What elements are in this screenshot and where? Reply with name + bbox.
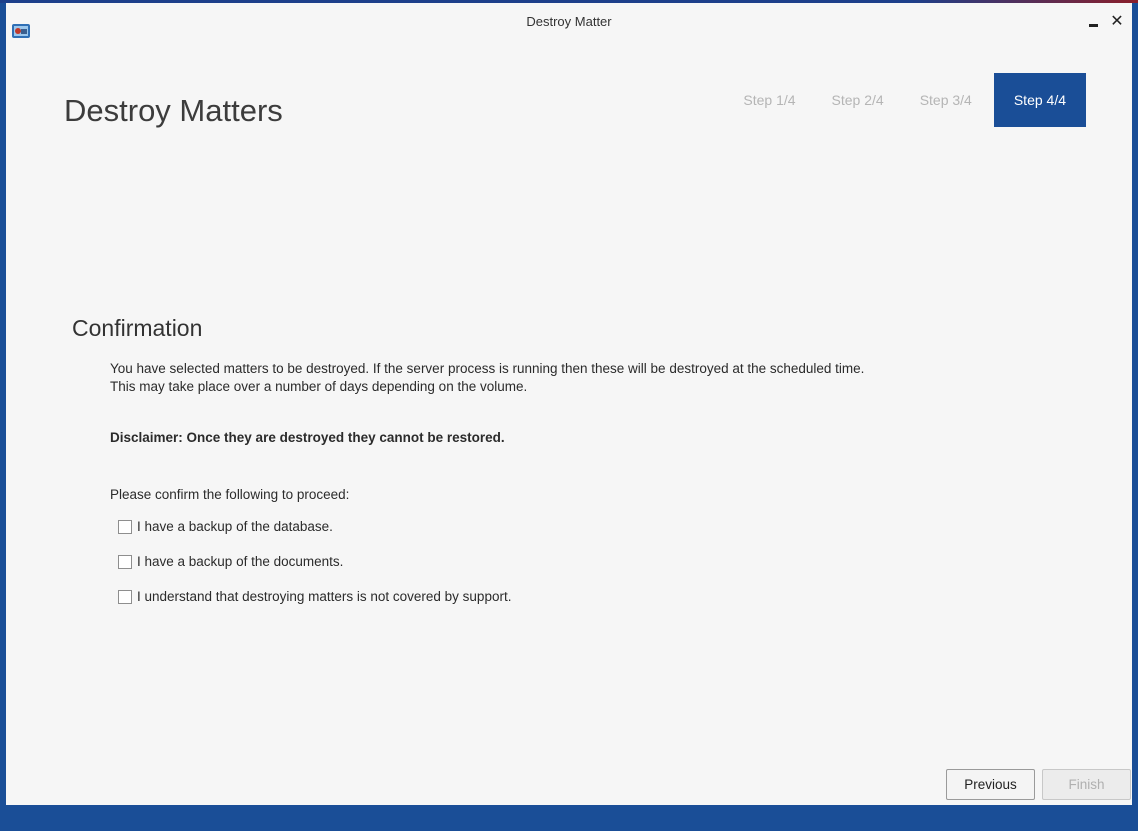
step-4-active[interactable]: Step 4/4 <box>993 73 1086 127</box>
step-1[interactable]: Step 1/4 <box>725 73 813 127</box>
checkbox-box[interactable] <box>118 554 132 569</box>
confirmation-description: You have selected matters to be destroye… <box>110 360 1100 396</box>
description-line-1: You have selected matters to be destroye… <box>110 361 865 376</box>
confirm-prompt: Please confirm the following to proceed: <box>110 487 350 502</box>
backup-documents-checkbox[interactable]: I have a backup of the documents. <box>118 554 343 569</box>
confirmation-title: Confirmation <box>72 315 203 341</box>
page-title: Destroy Matters <box>64 93 283 128</box>
step-indicator: Step 1/4 Step 2/4 Step 3/4 Step 4/4 <box>725 73 1086 127</box>
title-bar: Destroy Matter ✕ <box>6 3 1132 41</box>
checkbox-label: I understand that destroying matters is … <box>137 589 512 604</box>
step-2[interactable]: Step 2/4 <box>814 73 902 127</box>
description-line-2: This may take place over a number of day… <box>110 379 528 394</box>
finish-button[interactable]: Finish <box>1042 769 1131 800</box>
window-title: Destroy Matter <box>526 14 612 29</box>
minimize-icon[interactable] <box>1084 11 1102 31</box>
backup-database-checkbox[interactable]: I have a backup of the database. <box>118 519 333 534</box>
step-3[interactable]: Step 3/4 <box>902 73 990 127</box>
previous-button[interactable]: Previous <box>946 769 1035 800</box>
bottom-bar <box>6 805 1132 831</box>
checkbox-box[interactable] <box>118 519 132 534</box>
checkbox-box[interactable] <box>118 589 132 604</box>
checkbox-label: I have a backup of the database. <box>137 519 333 534</box>
close-icon[interactable]: ✕ <box>1108 11 1126 31</box>
not-covered-by-support-checkbox[interactable]: I understand that destroying matters is … <box>118 589 511 604</box>
disclaimer-text: Disclaimer: Once they are destroyed they… <box>110 430 505 445</box>
checkbox-label: I have a backup of the documents. <box>137 554 344 569</box>
dialog-window: Destroy Matter ✕ Destroy Matters Step 1/… <box>0 3 1138 831</box>
